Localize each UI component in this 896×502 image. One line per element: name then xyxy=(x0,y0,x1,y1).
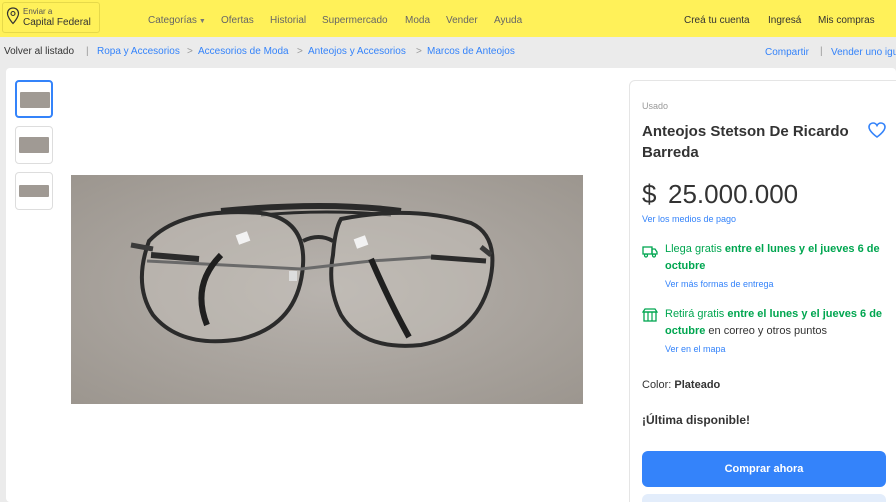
condition-label: Usado xyxy=(642,101,669,111)
nav-supermercado[interactable]: Supermercado xyxy=(322,15,388,26)
breadcrumb-item[interactable]: Ropa y Accesorios xyxy=(97,46,180,57)
location-city: Capital Federal xyxy=(23,17,91,28)
chevron-right-icon: > xyxy=(416,46,422,57)
thumbnail-image xyxy=(19,137,49,153)
breadcrumb-separator: | xyxy=(820,46,823,57)
buy-now-button[interactable]: Comprar ahora xyxy=(642,451,886,487)
thumbnail-1[interactable] xyxy=(15,80,53,118)
nav-vender[interactable]: Vender xyxy=(446,15,478,26)
nav-moda[interactable]: Moda xyxy=(405,15,430,26)
location-pin-icon xyxy=(6,7,20,25)
my-purchases-link[interactable]: Mis compras xyxy=(818,15,875,26)
product-main-image[interactable] xyxy=(71,175,583,404)
heart-icon[interactable] xyxy=(867,121,887,139)
more-delivery-options-link[interactable]: Ver más formas de entrega xyxy=(665,279,774,289)
thumbnail-3[interactable] xyxy=(15,172,53,210)
back-to-list-link[interactable]: Volver al listado xyxy=(4,46,74,57)
shipping-info: Llega gratis entre el lunes y el jueves … xyxy=(665,241,896,275)
pickup-free-label: Retirá gratis xyxy=(665,308,725,320)
breadcrumb-item[interactable]: Anteojos y Accesorios xyxy=(308,46,406,57)
shipping-free-label: Llega gratis xyxy=(665,243,722,255)
color-label: Color: xyxy=(642,379,675,391)
nav-ayuda[interactable]: Ayuda xyxy=(494,15,522,26)
top-header: Enviar a Capital Federal Categorías ▼ Ofe… xyxy=(0,0,896,37)
nav-categories-label: Categorías xyxy=(148,15,197,26)
price-currency: $ xyxy=(642,179,657,209)
nav-categories[interactable]: Categorías ▼ xyxy=(148,15,206,26)
view-map-link[interactable]: Ver en el mapa xyxy=(665,344,726,354)
pickup-places: en correo y otros puntos xyxy=(705,325,828,337)
payment-methods-link[interactable]: Ver los medios de pago xyxy=(642,214,736,224)
glasses-photo xyxy=(71,175,583,404)
truck-icon xyxy=(642,246,658,258)
add-to-cart-button[interactable] xyxy=(642,494,886,502)
breadcrumb: Volver al listado | Ropa y Accesorios > … xyxy=(0,37,896,67)
thumbnail-image xyxy=(20,92,50,108)
thumbnail-2[interactable] xyxy=(15,126,53,164)
price-value: 25.000.000 xyxy=(668,179,799,209)
delivery-location[interactable]: Enviar a Capital Federal xyxy=(2,2,100,33)
product-title: Anteojos Stetson De Ricardo Barreda xyxy=(642,123,849,161)
pickup-info: Retirá gratis entre el lunes y el jueves… xyxy=(665,306,896,340)
breadcrumb-item[interactable]: Marcos de Anteojos xyxy=(427,46,515,57)
login-link[interactable]: Ingresá xyxy=(768,15,801,26)
sell-similar-link[interactable]: Vender uno igual xyxy=(831,47,896,58)
location-caption: Enviar a xyxy=(23,7,53,16)
breadcrumb-item[interactable]: Accesorios de Moda xyxy=(198,46,289,57)
store-icon xyxy=(642,308,658,322)
buy-box: Usado Anteojos Stetson De Ricardo Barred… xyxy=(629,80,896,502)
nav-ofertas[interactable]: Ofertas xyxy=(221,15,254,26)
create-account-link[interactable]: Creá tu cuenta xyxy=(684,15,750,26)
share-link[interactable]: Compartir xyxy=(765,47,809,58)
thumbnail-image xyxy=(19,185,49,197)
chevron-right-icon: > xyxy=(187,46,193,57)
color-selector: Color: Plateado xyxy=(642,379,720,391)
chevron-down-icon: ▼ xyxy=(198,18,206,25)
breadcrumb-separator: | xyxy=(86,46,89,57)
availability-label: ¡Última disponible! xyxy=(642,413,750,427)
chevron-right-icon: > xyxy=(297,46,303,57)
nav-historial[interactable]: Historial xyxy=(270,15,306,26)
color-value: Plateado xyxy=(674,379,721,391)
